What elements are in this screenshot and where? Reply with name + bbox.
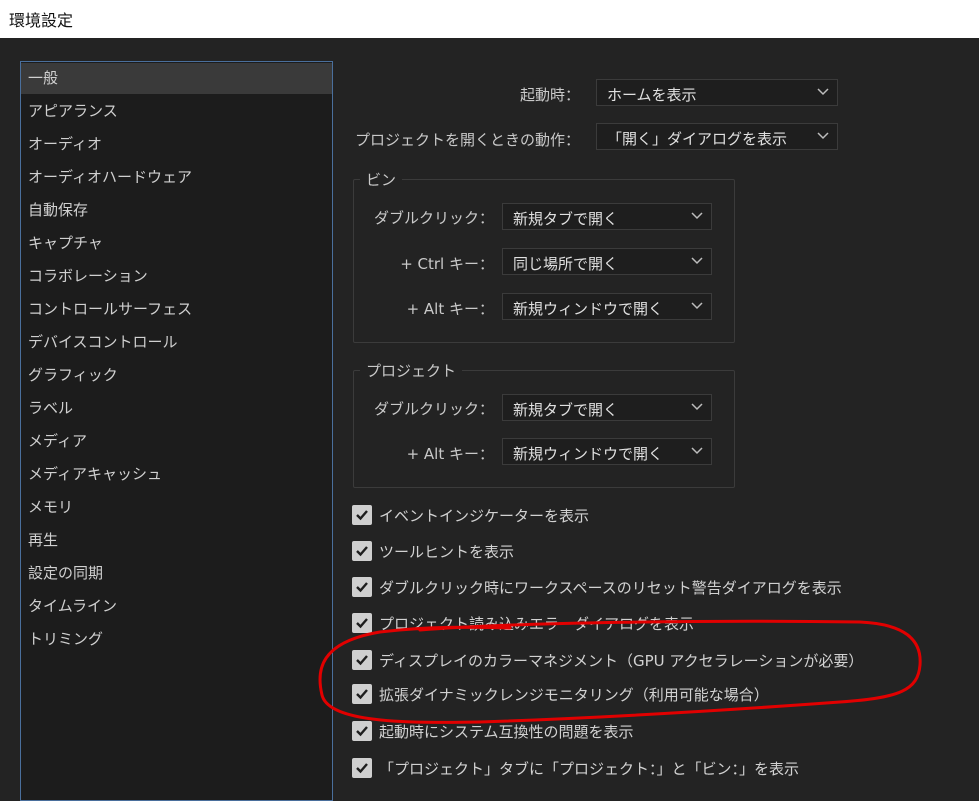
- checkbox-label: ディスプレイのカラーマネジメント（GPU アクセラレーションが必要）: [379, 652, 864, 670]
- chevron-down-icon: [817, 88, 829, 96]
- sidebar-item-media-cache[interactable]: メディアキャッシュ: [21, 459, 332, 490]
- category-list[interactable]: 一般 アピアランス オーディオ オーディオハードウェア 自動保存 キャプチャ コ…: [20, 61, 333, 801]
- sidebar-item-audio[interactable]: オーディオ: [21, 129, 332, 160]
- sidebar-item-graphics[interactable]: グラフィック: [21, 360, 332, 391]
- bin-ctrl-label: + Ctrl キー：: [400, 255, 494, 273]
- startup-label: 起動時：: [519, 86, 580, 104]
- project-double-click-label: ダブルクリック：: [373, 400, 494, 418]
- chevron-down-icon: [691, 212, 703, 220]
- checkbox-label: ダブルクリック時にワークスペースのリセット警告ダイアログを表示: [379, 579, 842, 597]
- checkbox-label: 拡張ダイナミックレンジモニタリング（利用可能な場合）: [379, 686, 769, 704]
- bin-alt-value: 新規ウィンドウで開く: [513, 300, 664, 318]
- chevron-down-icon: [817, 132, 829, 140]
- sidebar-item-sync-settings[interactable]: 設定の同期: [21, 558, 332, 589]
- sidebar-item-auto-save[interactable]: 自動保存: [21, 195, 332, 226]
- bin-double-click-label: ダブルクリック：: [373, 209, 494, 227]
- checkbox-checked-icon[interactable]: [352, 684, 372, 704]
- sidebar-item-collaboration[interactable]: コラボレーション: [21, 261, 332, 292]
- bin-double-click-dropdown[interactable]: 新規タブで開く: [502, 203, 712, 230]
- sidebar-item-media[interactable]: メディア: [21, 426, 332, 457]
- bin-ctrl-dropdown[interactable]: 同じ場所で開く: [502, 248, 712, 275]
- project-alt-value: 新規ウィンドウで開く: [513, 445, 664, 463]
- sidebar-item-timeline[interactable]: タイムライン: [21, 591, 332, 622]
- chevron-down-icon: [691, 257, 703, 265]
- project-double-click-dropdown[interactable]: 新規タブで開く: [502, 394, 712, 421]
- sidebar-item-device-control[interactable]: デバイスコントロール: [21, 327, 332, 358]
- project-alt-label: + Alt キー：: [406, 445, 494, 463]
- project-alt-dropdown[interactable]: 新規ウィンドウで開く: [502, 438, 712, 465]
- bin-ctrl-value: 同じ場所で開く: [513, 255, 619, 273]
- open-project-value: 「開く」ダイアログを表示: [607, 130, 788, 148]
- sidebar-item-control-surface[interactable]: コントロールサーフェス: [21, 294, 332, 325]
- startup-dropdown[interactable]: ホームを表示: [596, 79, 838, 106]
- sidebar-item-trim[interactable]: トリミング: [21, 624, 332, 655]
- chevron-down-icon: [691, 403, 703, 411]
- checkbox-checked-icon[interactable]: [352, 577, 372, 597]
- checkbox-checked-icon[interactable]: [352, 758, 372, 778]
- checkbox-checked-icon[interactable]: [352, 613, 372, 633]
- sidebar-item-playback[interactable]: 再生: [21, 525, 332, 556]
- bin-alt-dropdown[interactable]: 新規ウィンドウで開く: [502, 293, 712, 320]
- open-project-label: プロジェクトを開くときの動作：: [354, 131, 580, 149]
- open-project-dropdown[interactable]: 「開く」ダイアログを表示: [596, 123, 838, 150]
- checkbox-checked-icon[interactable]: [352, 541, 372, 561]
- checkbox-checked-icon[interactable]: [352, 721, 372, 741]
- sidebar-item-appearance[interactable]: アピアランス: [21, 96, 332, 127]
- bin-double-click-value: 新規タブで開く: [513, 210, 619, 228]
- checkbox-label: 「プロジェクト」タブに「プロジェクト：」と「ビン：」を表示: [379, 760, 800, 778]
- bin-alt-label: + Alt キー：: [406, 300, 494, 318]
- sidebar-item-general[interactable]: 一般: [21, 63, 332, 94]
- sidebar-item-labels[interactable]: ラベル: [21, 393, 332, 424]
- checkbox-label: 起動時にシステム互換性の問題を表示: [379, 723, 634, 741]
- checkbox-label: プロジェクト読み込みエラーダイアログを表示: [379, 615, 695, 633]
- chevron-down-icon: [691, 447, 703, 455]
- project-double-click-value: 新規タブで開く: [513, 401, 619, 419]
- startup-value: ホームを表示: [607, 86, 697, 104]
- checkbox-checked-icon[interactable]: [352, 505, 372, 525]
- sidebar-item-audio-hardware[interactable]: オーディオハードウェア: [21, 162, 332, 193]
- checkbox-label: ツールヒントを表示: [379, 543, 515, 561]
- sidebar-item-capture[interactable]: キャプチャ: [21, 228, 332, 259]
- checkbox-checked-icon[interactable]: [352, 650, 372, 670]
- sidebar-item-memory[interactable]: メモリ: [21, 492, 332, 523]
- title-bar: 環境設定: [0, 0, 979, 38]
- chevron-down-icon: [691, 302, 703, 310]
- checkbox-label: イベントインジケーターを表示: [379, 507, 590, 525]
- project-group: プロジェクト: [353, 360, 735, 488]
- project-group-title: プロジェクト: [360, 360, 463, 381]
- window-title: 環境設定: [9, 11, 74, 30]
- bin-group-title: ビン: [360, 169, 403, 190]
